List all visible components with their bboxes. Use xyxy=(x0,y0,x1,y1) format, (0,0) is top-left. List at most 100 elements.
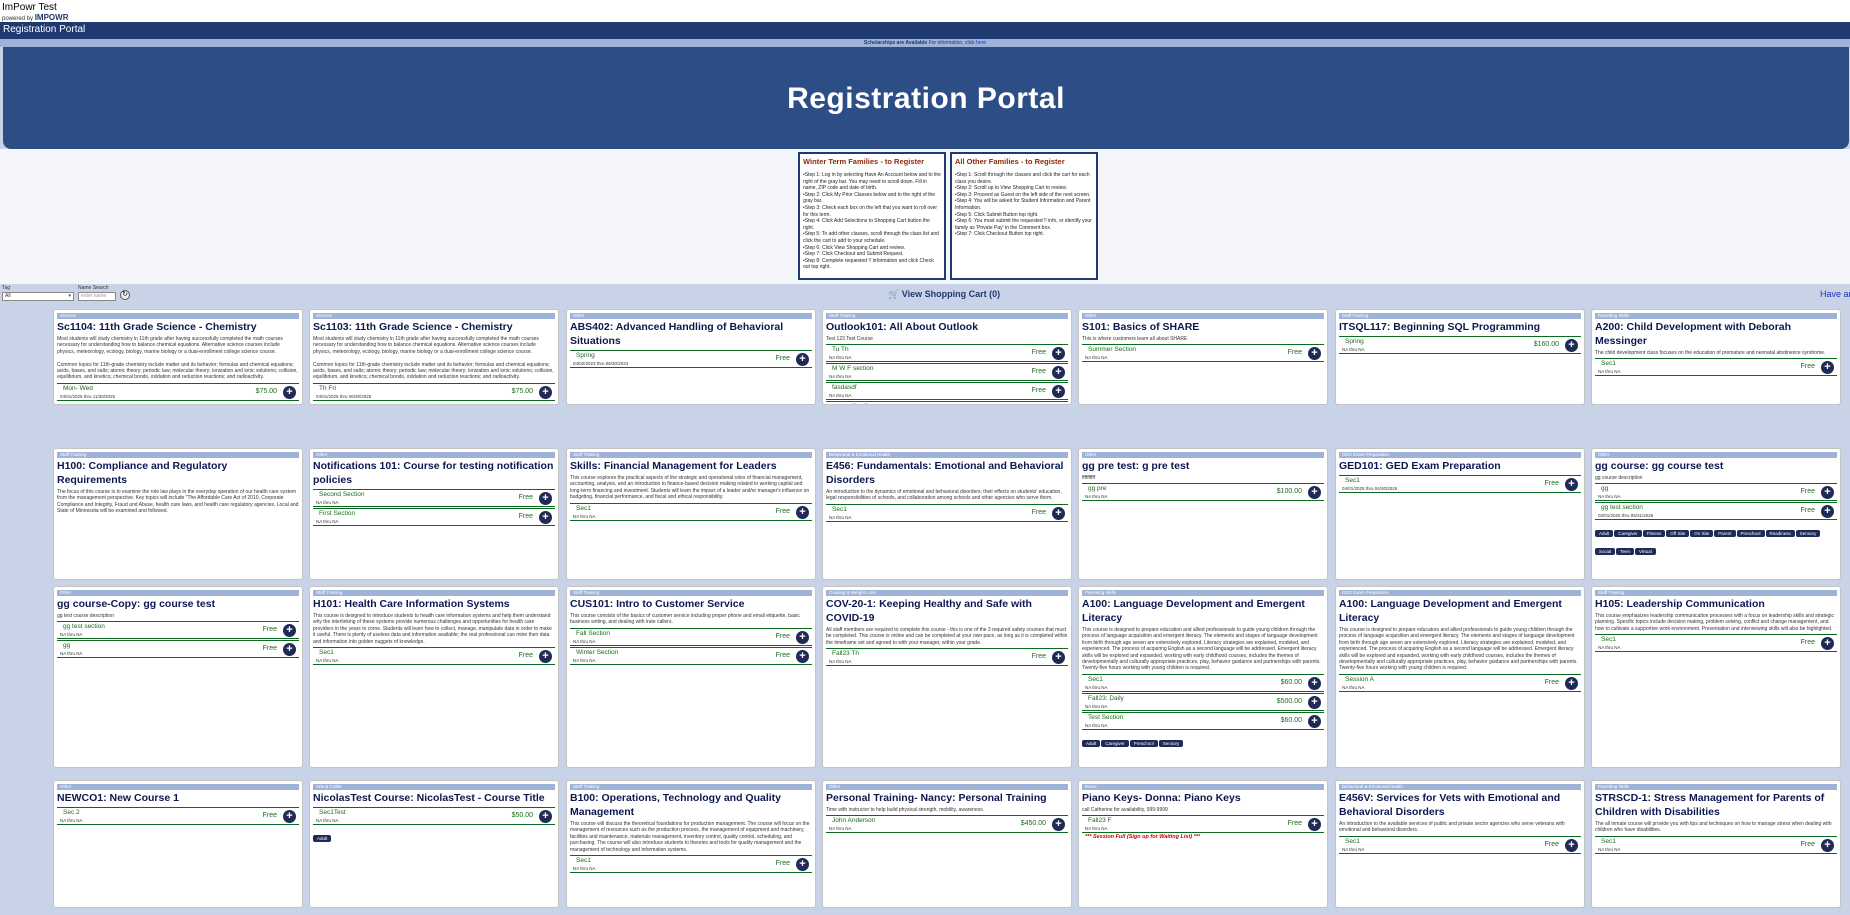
add-to-cart-icon[interactable]: + xyxy=(1565,838,1578,852)
add-to-cart-icon[interactable]: + xyxy=(1308,695,1321,709)
course-description: Most students will study chemistry in 11… xyxy=(57,336,298,381)
add-to-cart-icon[interactable]: + xyxy=(1052,404,1065,405)
add-to-cart-icon[interactable]: + xyxy=(1821,838,1834,852)
add-to-cart-icon[interactable]: + xyxy=(1052,506,1065,520)
brand-logo: IMPOWR xyxy=(34,13,69,22)
course-title: S101: Basics of SHARE xyxy=(1082,321,1200,333)
add-to-cart-icon[interactable]: + xyxy=(1821,361,1834,375)
add-to-cart-icon[interactable]: + xyxy=(1308,714,1321,728)
course-section: gg NA thru NA Free + xyxy=(1595,483,1837,502)
add-to-cart-icon[interactable]: + xyxy=(1052,818,1065,832)
section-dates: NA thru NA xyxy=(60,651,83,657)
hero-title: Registration Portal xyxy=(787,82,1065,115)
powered-by: powered by IMPOWR xyxy=(2,13,68,22)
course-card: Other Notifications 101: Course for testi… xyxy=(309,448,559,580)
add-to-cart-icon[interactable]: + xyxy=(539,650,552,664)
add-to-cart-icon[interactable]: + xyxy=(1308,486,1321,500)
course-section: First Section NA thru NA Free + xyxy=(313,508,555,526)
course-category: Science xyxy=(313,313,555,319)
course-category: Staff Training xyxy=(57,452,299,458)
section-dates: NA thru NA xyxy=(829,393,852,399)
section-price: Free xyxy=(1287,820,1302,828)
other-families-box: All Other Families - to Register •Step 1… xyxy=(950,152,1098,280)
add-to-cart-icon[interactable]: + xyxy=(1821,486,1834,500)
section-name: Session A xyxy=(1345,675,1374,683)
add-to-cart-icon[interactable]: + xyxy=(539,492,552,505)
course-category: Parenting Skills xyxy=(1595,784,1837,790)
course-category: Behavioral & Emotional Health xyxy=(826,452,1068,458)
course-category: Other xyxy=(570,313,812,319)
instruction-step: •Step 8: Complete requested !! informati… xyxy=(803,257,934,271)
section-price: $60.00 xyxy=(1280,716,1302,724)
course-title: E456V: Services for Vets with Emotional … xyxy=(1339,792,1561,818)
section-dates: 04/01/2025 thru 11/30/2025 xyxy=(60,393,115,399)
course-category: Other xyxy=(57,590,299,596)
section-price: Free xyxy=(1800,840,1815,848)
course-section: Tu Th NA thru NA Free + xyxy=(826,344,1068,363)
add-to-cart-icon[interactable]: + xyxy=(283,643,296,657)
add-to-cart-icon[interactable]: + xyxy=(796,505,809,519)
course-card: Staff Training H101: Health Care Informat… xyxy=(309,586,559,768)
add-to-cart-icon[interactable]: + xyxy=(539,810,552,823)
add-to-cart-icon[interactable]: + xyxy=(796,649,809,663)
add-to-cart-icon[interactable]: + xyxy=(1308,347,1321,361)
add-to-cart-icon[interactable]: + xyxy=(1821,637,1834,651)
course-category: Other xyxy=(313,452,555,458)
section-price: Free xyxy=(1287,349,1302,357)
refresh-icon[interactable]: ↻ xyxy=(120,290,130,300)
section-name: Spring xyxy=(576,352,595,359)
app-title: ImPowr Test xyxy=(2,2,57,13)
add-to-cart-icon[interactable]: + xyxy=(1052,651,1065,665)
course-card: Music Piano Keys- Donna: Piano Keys call C… xyxy=(1078,780,1328,908)
section-price: $450.00 xyxy=(1020,820,1046,828)
tag-list: Adult Caregiver Preschool Sensory xyxy=(1082,732,1324,750)
course-title: GED101: GED Exam Preparation xyxy=(1339,460,1501,472)
tag-badge: Sensory xyxy=(1795,530,1821,538)
add-to-cart-icon[interactable]: + xyxy=(1052,385,1065,399)
add-to-cart-icon[interactable]: + xyxy=(1052,366,1065,380)
add-to-cart-icon[interactable]: + xyxy=(1308,818,1321,832)
add-to-cart-icon[interactable]: + xyxy=(1052,347,1065,361)
add-to-cart-icon[interactable]: + xyxy=(539,511,552,524)
tag-badge: Readiness xyxy=(1765,530,1795,538)
instruction-step: •Step 1: Scroll through the classes and … xyxy=(955,172,1090,185)
instruction-step: •Step 3: Check each box on the left that… xyxy=(803,204,938,218)
add-to-cart-icon[interactable]: + xyxy=(796,630,809,644)
tag-filter-select[interactable]: All ▾ xyxy=(2,292,74,301)
course-section: Second Section NA thru NA Free + xyxy=(313,489,555,507)
section-name: gg xyxy=(63,642,71,650)
course-title: NicolasTest Course: NicolasTest - Course… xyxy=(313,792,545,804)
add-to-cart-icon[interactable]: + xyxy=(1565,478,1578,491)
scholarship-link[interactable]: here xyxy=(976,40,986,46)
course-section: gg NA thru NA Free + xyxy=(57,640,299,659)
info-box-title: All Other Families - to Register xyxy=(955,157,1065,166)
course-description: All staff members are required to comple… xyxy=(826,627,1068,646)
view-cart-button[interactable]: 🛒 View Shopping Cart (0) xyxy=(888,289,1000,300)
instruction-step: •Step 5: Click Submit Button top right. xyxy=(955,211,1039,218)
section-name: Sec1 xyxy=(576,857,591,865)
add-to-cart-icon[interactable]: + xyxy=(283,385,296,399)
add-to-cart-icon[interactable]: + xyxy=(539,385,552,399)
add-to-cart-icon[interactable]: + xyxy=(1308,676,1321,690)
have-account-link[interactable]: Have an xyxy=(1820,289,1850,299)
add-to-cart-icon[interactable]: + xyxy=(283,810,296,823)
add-to-cart-icon[interactable]: + xyxy=(1565,676,1578,690)
add-to-cart-icon[interactable]: + xyxy=(796,858,809,872)
add-to-cart-icon[interactable]: + xyxy=(1565,339,1578,352)
section-name: First Section xyxy=(319,510,356,517)
add-to-cart-icon[interactable]: + xyxy=(796,353,809,366)
section-name: Sec1 xyxy=(1601,837,1616,845)
course-section: Sec1 NA thru NA Free + xyxy=(313,647,555,666)
section-name: gg xyxy=(1601,485,1609,493)
course-card: Behavioral & Emotional Health E456: Funda… xyxy=(822,448,1072,580)
section-dates: NA thru NA xyxy=(829,374,852,380)
course-card: Staff Training H105: Leadership Communica… xyxy=(1591,586,1841,768)
course-section: Th Fri 04/01/2025 thru 06/30/2025 $75.00 + xyxy=(313,382,555,401)
add-to-cart-icon[interactable]: + xyxy=(1821,505,1834,519)
winter-families-box: Winter Term Families - to Register •Step… xyxy=(798,152,946,280)
section-dates: 04/02/2023 thru 06/30/2023 xyxy=(573,361,629,366)
course-section: aaaasdfasdfNA thru NAFree+ xyxy=(826,401,1068,405)
add-to-cart-icon[interactable]: + xyxy=(283,624,296,638)
name-search-input[interactable]: enter name xyxy=(78,292,116,301)
instruction-step: •Step 2: Click My Prior Classes below an… xyxy=(803,191,936,205)
